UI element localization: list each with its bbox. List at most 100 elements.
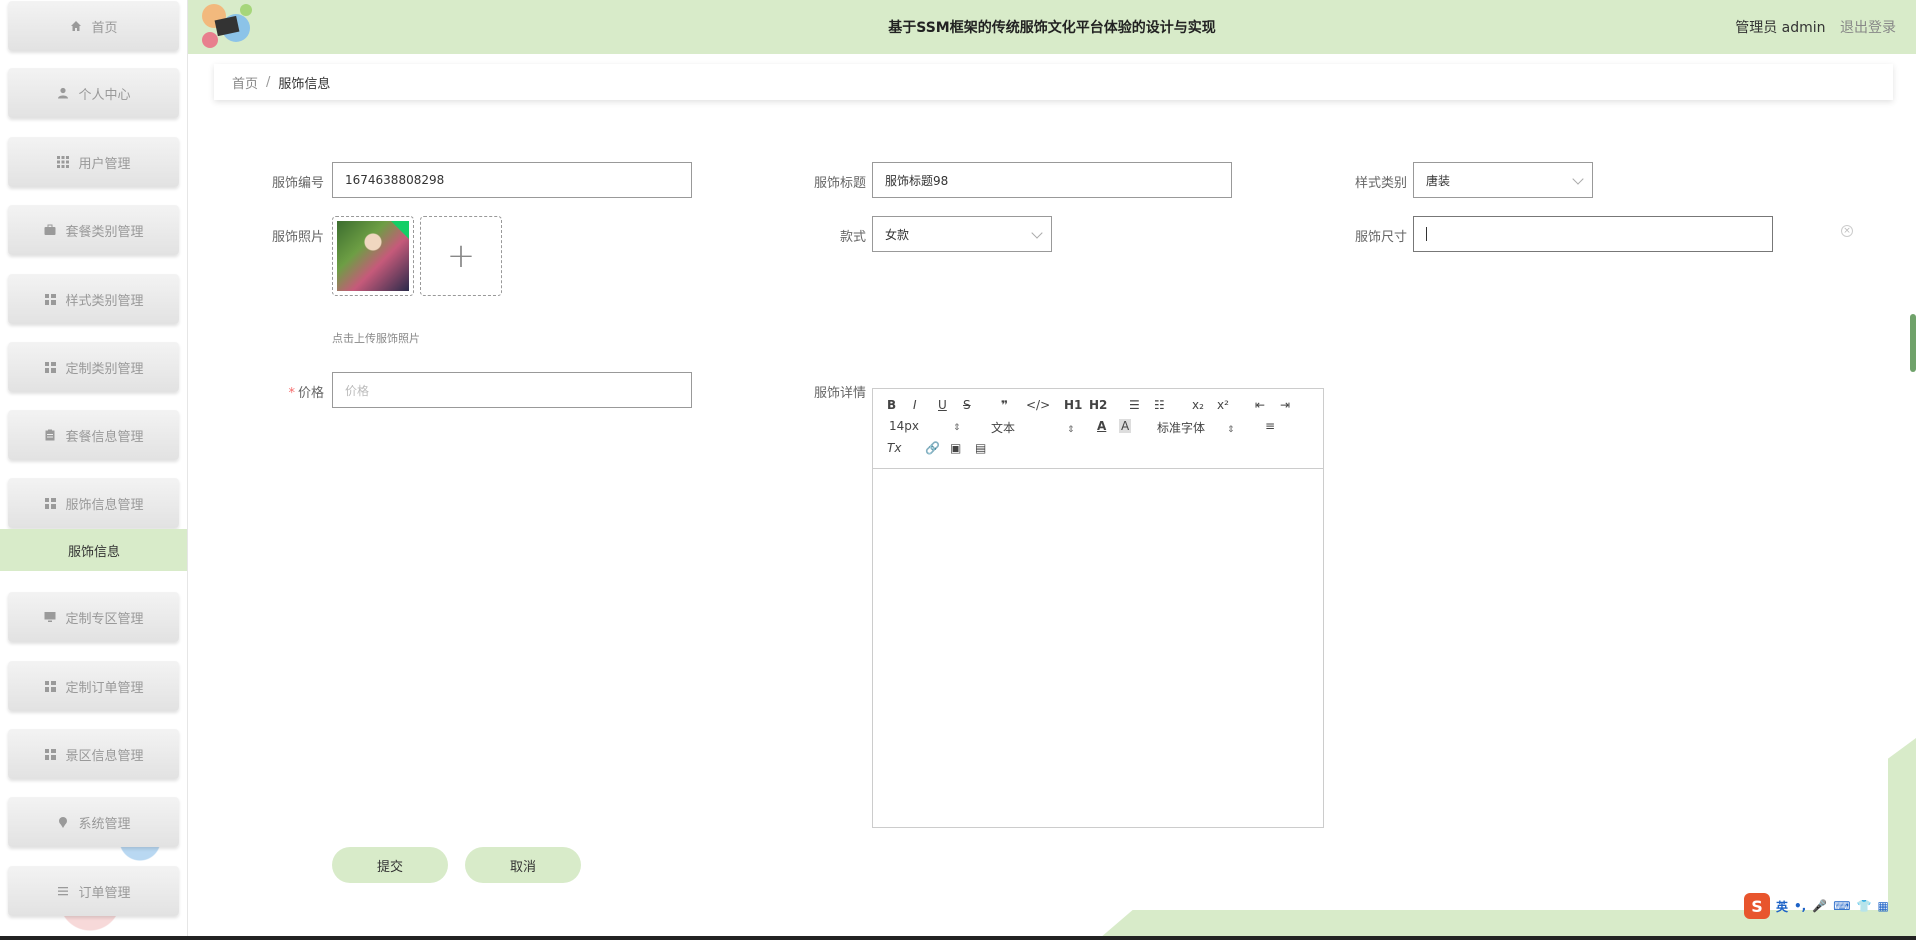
sidebar-item-clothing-info[interactable]: 服饰信息管理 [8,478,179,528]
sidebar-item-users[interactable]: 用户管理 [8,137,179,187]
top-header: 基于SSM框架的传统服饰文化平台体验的设计与实现 管理员 admin 退出登录 [188,0,1916,54]
clear-format-button[interactable]: Tx [887,441,901,455]
sidebar-item-style-category[interactable]: 样式类别管理 [8,274,179,324]
font-size-value: 14px [889,419,919,433]
link-button[interactable]: 🔗 [925,441,940,455]
sidebar-item-orders[interactable]: 订单管理 [8,866,179,916]
background-decoration [1888,738,1916,910]
sidebar-item-label: 定制订单管理 [65,680,144,696]
grid-icon [56,155,70,169]
scrollbar-handle[interactable] [1910,314,1916,372]
sidebar-item-custom-orders[interactable]: 定制订单管理 [8,661,179,711]
sidebar-item-scenic-info[interactable]: 景区信息管理 [8,729,179,779]
sidebar-item-home[interactable]: 首页 [8,1,179,51]
logout-link[interactable]: 退出登录 [1840,20,1896,36]
style-category-value: 唐装 [1426,173,1451,188]
code-block-button[interactable]: </> [1026,398,1050,412]
sidebar-item-label: 景区信息管理 [65,748,144,764]
background-color-button[interactable]: A [1119,419,1132,433]
title-input[interactable]: 服饰标题98 [872,162,1232,198]
sidebar-subitem-label: 服饰信息 [67,544,120,560]
editor-toolbar: B I U S ❞ </> H1 H2 ☰ ☷ x₂ x² ⇤ ⇥ 14px ⇕ … [873,389,1323,469]
sidebar-item-profile[interactable]: 个人中心 [8,68,179,118]
code-label: 服饰编号 [271,176,324,191]
detail-label: 服饰详情 [813,386,866,401]
ime-language-toggle[interactable]: 英 [1776,898,1788,915]
microphone-icon[interactable]: 🎤 [1812,899,1827,913]
style-category-label: 样式类别 [1354,176,1407,191]
header-format-value: 文本 [991,421,1016,435]
keyboard-icon[interactable]: ⌨ [1833,899,1850,913]
cancel-button[interactable]: 取消 [465,847,581,883]
price-input[interactable]: 价格 [332,372,692,408]
sidebar-item-package-info[interactable]: 套餐信息管理 [8,410,179,460]
style-category-select[interactable]: 唐装 [1413,162,1593,198]
price-label: * 价格 [234,382,324,401]
kind-select[interactable]: 女款 [872,216,1052,252]
sidebar-item-label: 系统管理 [78,816,131,832]
upload-add-button[interactable]: + [420,216,502,296]
outdent-button[interactable]: ⇤ [1255,398,1265,412]
size-label: 服饰尺寸 [1354,230,1407,245]
ime-punctuation-toggle[interactable]: •, [1794,899,1806,913]
align-button[interactable]: ≡ [1265,419,1275,433]
superscript-button[interactable]: x² [1217,398,1229,412]
required-mark: * [288,386,295,401]
sidebar-subitem-clothing-info[interactable]: 服饰信息 [0,529,187,571]
ordered-list-button[interactable]: ☰ [1129,398,1140,412]
plus-icon: + [446,236,476,276]
video-button[interactable]: ▤ [975,441,986,455]
sidebar-item-custom-zone[interactable]: 定制专区管理 [8,592,179,642]
bold-button[interactable]: B [887,398,896,412]
pin-icon [56,815,70,829]
sogou-logo-icon[interactable]: S [1744,893,1770,919]
grid-icon [43,360,57,374]
image-button[interactable]: ▣ [950,441,961,455]
taskbar-edge [0,936,1916,940]
code-input[interactable]: 1674638808298 [332,162,692,198]
sidebar-item-package-category[interactable]: 套餐类别管理 [8,205,179,255]
font-size-picker[interactable]: 14px ⇕ [889,419,961,433]
h1-button[interactable]: H1 [1064,398,1082,412]
grid-icon [43,496,57,510]
size-input[interactable] [1413,216,1773,252]
menu-grid-icon[interactable]: ▦ [1877,899,1888,913]
breadcrumb: 首页 / 服饰信息 [214,64,1893,100]
list-icon [56,884,70,898]
indent-button[interactable]: ⇥ [1280,398,1290,412]
blockquote-button[interactable]: ❞ [1001,398,1008,412]
sidebar-item-label: 首页 [91,20,118,36]
bullet-list-button[interactable]: ☷ [1154,398,1165,412]
header-format-picker[interactable]: 文本 ⇕ [991,419,1075,436]
picker-arrow-icon: ⇕ [1227,425,1235,435]
user-area: 管理员 admin 退出登录 [1735,17,1896,37]
sidebar-item-system[interactable]: 系统管理 [8,797,179,847]
grid-icon [43,747,57,761]
user-icon [56,86,70,100]
sidebar-item-label: 订单管理 [78,885,131,901]
photo-label: 服饰照片 [271,230,324,245]
kind-value: 女款 [885,227,910,242]
font-color-button[interactable]: A [1097,419,1106,433]
uploaded-photo[interactable] [332,216,414,296]
editor-content-area[interactable] [873,469,1323,827]
upload-success-badge [391,221,409,239]
italic-button[interactable]: I [913,398,917,412]
underline-button[interactable]: U [938,398,947,412]
breadcrumb-separator: / [266,74,271,90]
clear-icon[interactable]: × [1841,225,1853,237]
shirt-icon[interactable]: 👕 [1857,899,1872,913]
sidebar-item-label: 定制类别管理 [65,361,144,377]
site-title: 基于SSM框架的传统服饰文化平台体验的设计与实现 [888,20,1216,36]
sidebar-item-label: 样式类别管理 [65,293,144,309]
font-family-picker[interactable]: 标准字体 ⇕ [1157,419,1235,436]
strike-button[interactable]: S [963,398,971,412]
h2-button[interactable]: H2 [1089,398,1107,412]
breadcrumb-home[interactable]: 首页 [232,73,258,92]
subscript-button[interactable]: x₂ [1192,398,1204,412]
sidebar-item-label: 用户管理 [78,156,131,172]
price-label-text: 价格 [297,386,324,401]
sidebar-item-custom-category[interactable]: 定制类别管理 [8,342,179,392]
text-cursor [1426,227,1427,241]
submit-button[interactable]: 提交 [332,847,448,883]
